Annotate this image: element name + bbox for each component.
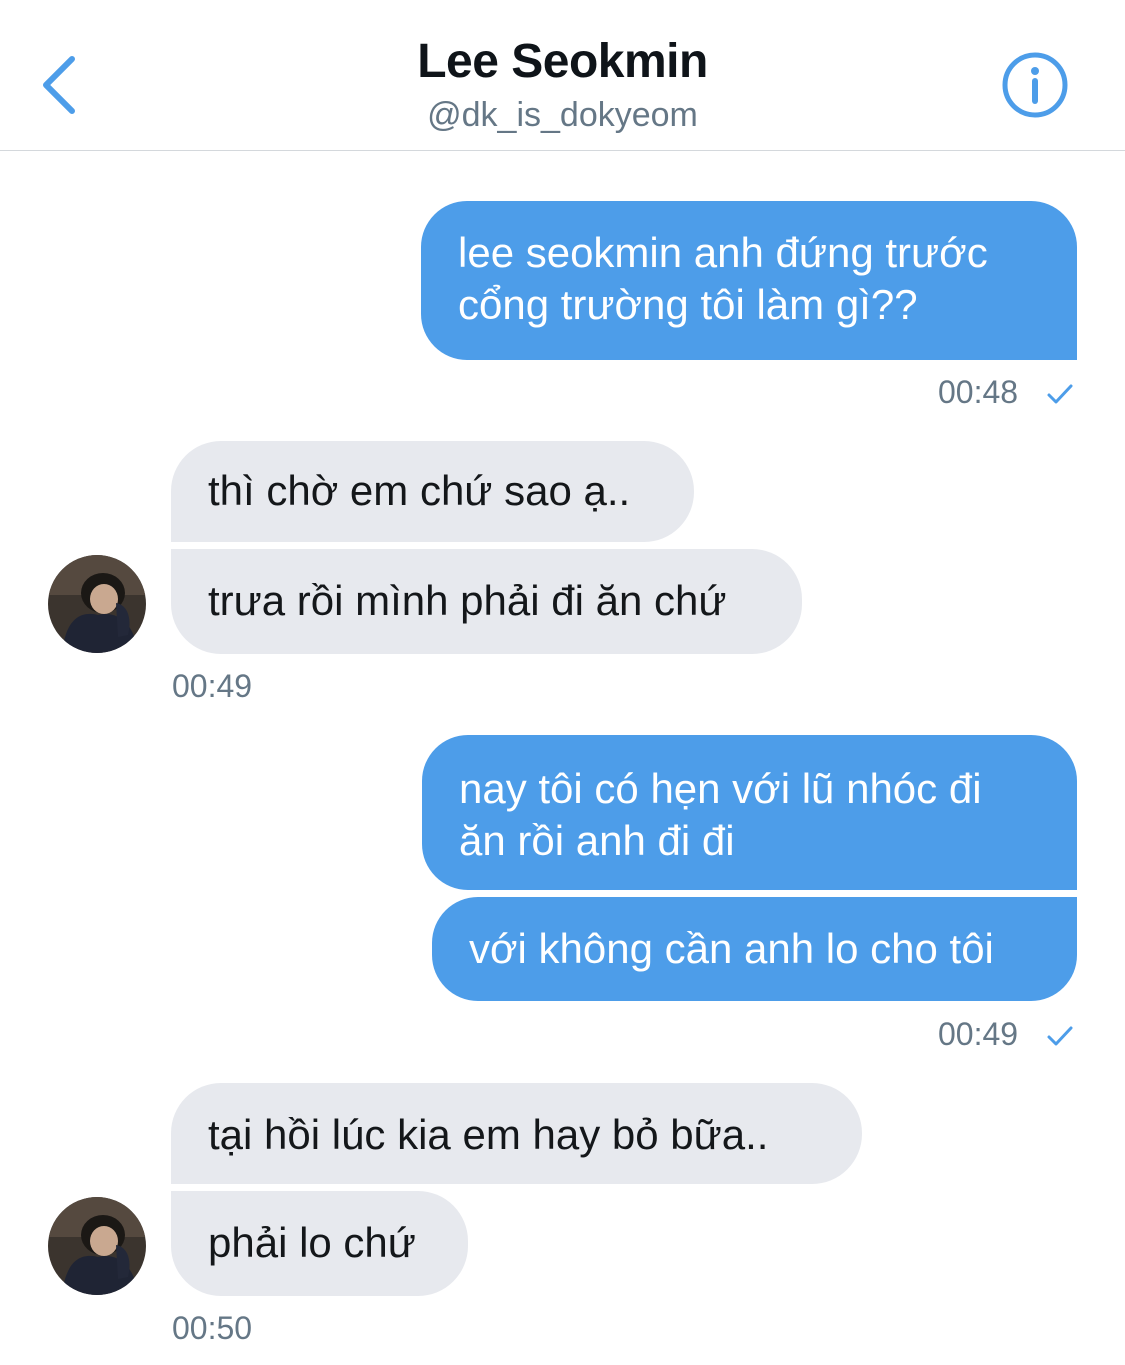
info-icon <box>1002 52 1068 118</box>
avatar[interactable] <box>48 1197 146 1295</box>
conversation-handle: @dk_is_dokyeom <box>427 96 698 134</box>
message-text: tại hồi lúc kia em hay bỏ bữa.. <box>208 1111 769 1158</box>
message-text: với không cần anh lo cho tôi <box>469 925 994 972</box>
message-text: phải lo chứ <box>208 1219 416 1266</box>
message-line: nay tôi có hẹn với lũ nhóc đi <box>459 765 982 812</box>
sent-check-icon <box>1047 384 1073 404</box>
conversation-title: Lee Seokmin <box>417 35 708 88</box>
message-timestamp: 00:48 <box>938 374 1019 410</box>
received-message-bubble[interactable]: trưa rồi mình phải đi ăn chứ <box>171 549 802 654</box>
received-message-bubble[interactable]: phải lo chứ <box>171 1191 468 1296</box>
avatar[interactable] <box>48 555 146 653</box>
message-line: cổng trường tôi làm gì?? <box>458 281 918 328</box>
sent-message-bubble[interactable]: lee seokmin anh đứng trước cổng trường t… <box>421 201 1077 360</box>
message-timestamp: 00:50 <box>172 1310 253 1346</box>
sent-message-bubble[interactable]: với không cần anh lo cho tôi <box>432 897 1077 1001</box>
message-timestamp: 00:49 <box>938 1016 1019 1052</box>
info-button[interactable] <box>1000 50 1070 120</box>
received-message-bubble[interactable]: tại hồi lúc kia em hay bỏ bữa.. <box>171 1083 862 1184</box>
message-text: thì chờ em chứ sao ạ.. <box>208 467 631 514</box>
received-message-bubble[interactable]: thì chờ em chứ sao ạ.. <box>171 441 694 542</box>
message-timestamp: 00:49 <box>172 668 253 704</box>
message-line: ăn rồi anh đi đi <box>459 817 735 864</box>
message-text: trưa rồi mình phải đi ăn chứ <box>208 577 727 624</box>
sent-check-icon <box>1047 1026 1073 1046</box>
sent-message-bubble[interactable]: nay tôi có hẹn với lũ nhóc đi ăn rồi anh… <box>422 735 1077 890</box>
conversation-header: Lee Seokmin @dk_is_dokyeom <box>0 0 1125 151</box>
message-line: lee seokmin anh đứng trước <box>458 229 988 276</box>
